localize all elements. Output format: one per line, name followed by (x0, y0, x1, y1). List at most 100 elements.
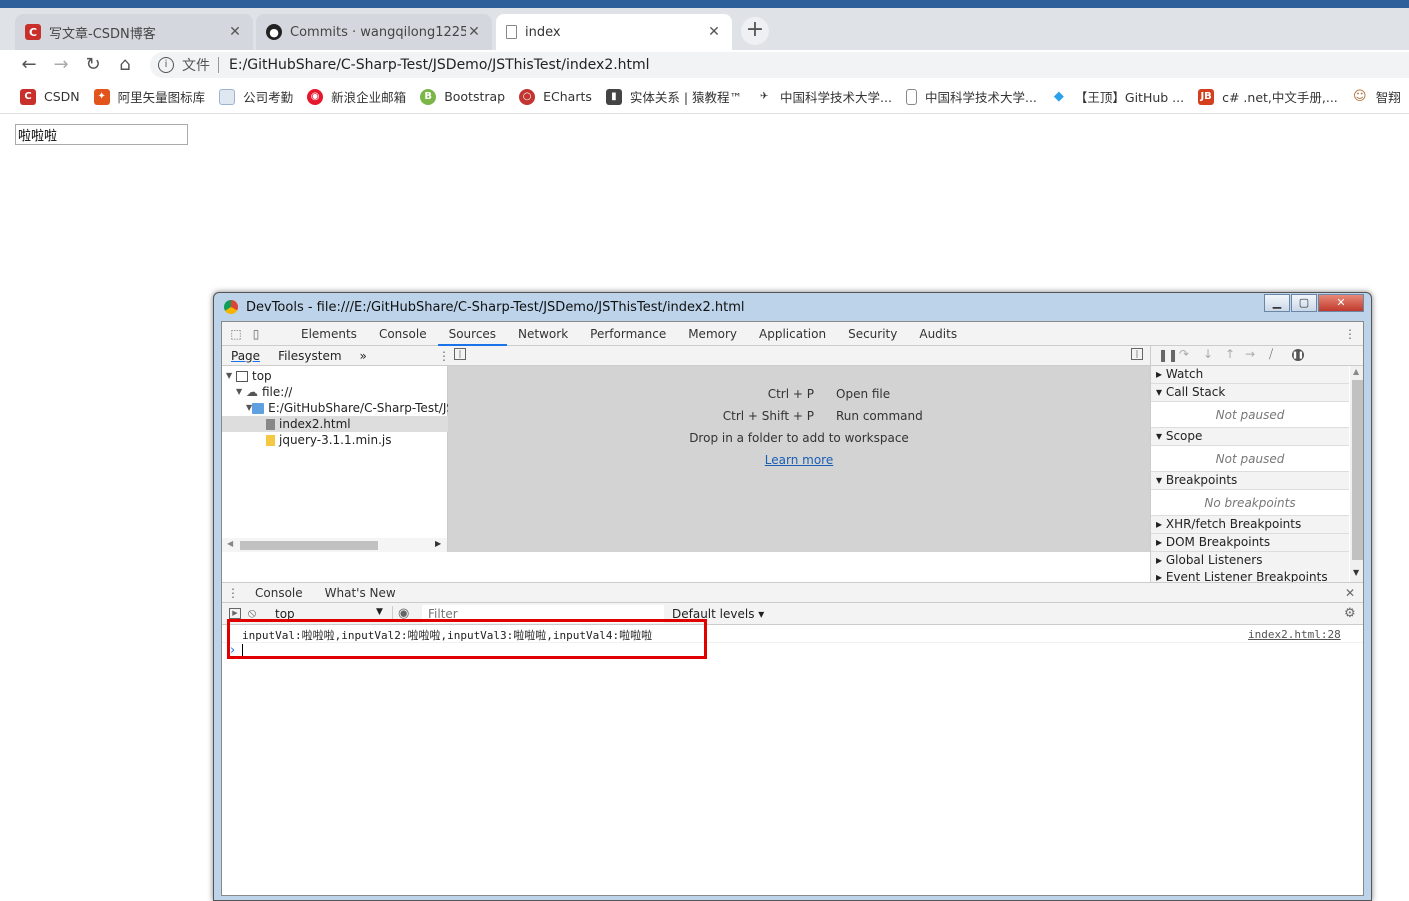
scope-pane-header[interactable]: ▾ Scope (1151, 428, 1349, 446)
tab-audits[interactable]: Audits (908, 322, 968, 346)
tab-performance[interactable]: Performance (579, 322, 677, 346)
bookmark-label: 阿里矢量图标库 (117, 90, 206, 105)
bookmark-item[interactable]: ☺ 智翔 (1351, 87, 1401, 106)
browser-tab-csdn[interactable]: C 写文章-CSDN博客 ✕ (15, 14, 253, 50)
toggle-debugger-icon[interactable]: | (1131, 348, 1143, 360)
github-icon: ● (266, 24, 282, 40)
bookmark-item[interactable]: ○ ECharts (519, 88, 592, 105)
tab-console[interactable]: Console (368, 322, 438, 346)
step-over-icon[interactable]: ↷ (1179, 347, 1189, 361)
inspect-icon[interactable]: ⬚ (226, 327, 246, 341)
drawer-menu-icon[interactable]: ⋮ (222, 586, 244, 600)
scroll-thumb[interactable] (1352, 380, 1363, 560)
browser-tab-github[interactable]: ● Commits · wangqilong1225/C ✕ (256, 14, 492, 50)
devtools-title: DevTools - file:///E:/GitHubShare/C-Shar… (246, 299, 745, 315)
devtools-titlebar[interactable]: DevTools - file:///E:/GitHubShare/C-Shar… (214, 293, 1371, 321)
tab-security[interactable]: Security (837, 322, 908, 346)
scroll-thumb[interactable] (240, 541, 378, 550)
console-sidebar-icon[interactable]: ▶ (229, 608, 241, 619)
bookmark-item[interactable]: ✈ 中国科学技术大学... (756, 87, 892, 106)
bookmark-item[interactable]: ◉ 新浪企业邮箱 (307, 87, 406, 106)
tab-memory[interactable]: Memory (677, 322, 748, 346)
nav-tab-page[interactable]: Page (222, 349, 269, 363)
tree-node-folder[interactable]: ▼ E:/GitHubShare/C-Sharp-Test/JSDemo/JST… (246, 400, 448, 416)
scroll-left-icon[interactable]: ◀ (227, 539, 233, 548)
close-window-button[interactable]: ✕ (1318, 294, 1364, 312)
dom-breakpoints-pane-header[interactable]: ▸ DOM Breakpoints (1151, 534, 1349, 552)
info-icon[interactable]: i (158, 57, 174, 73)
step-icon[interactable]: → (1245, 347, 1255, 361)
url-text[interactable]: E:/GitHubShare/C-Sharp-Test/JSDemo/JSThi… (229, 57, 650, 73)
reload-icon[interactable]: ↻ (80, 52, 106, 78)
shortcut-action: Run command (836, 409, 923, 423)
browser-tab-index[interactable]: index ✕ (496, 14, 732, 50)
tab-elements[interactable]: Elements (290, 322, 368, 346)
tree-node-jquery[interactable]: jquery-3.1.1.min.js (266, 432, 391, 448)
nav-tab-filesystem[interactable]: Filesystem (269, 349, 350, 363)
navigator-header: Page Filesystem » ⋮ (222, 346, 450, 366)
minimize-button[interactable]: ▁ (1264, 294, 1290, 312)
gear-icon[interactable]: ⚙ (1344, 606, 1356, 621)
call-stack-status: Not paused (1151, 402, 1349, 428)
file-icon (266, 418, 275, 430)
close-icon[interactable]: ✕ (466, 24, 482, 40)
shortcut-keys: Ctrl + P (767, 387, 814, 401)
event-listener-breakpoints-pane-header[interactable]: ▸ Event Listener Breakpoints (1151, 569, 1349, 582)
xhr-breakpoints-pane-header[interactable]: ▸ XHR/fetch Breakpoints (1151, 516, 1349, 534)
bookmark-item[interactable]: ✦ 阿里矢量图标库 (93, 87, 206, 106)
maximize-button[interactable]: ▢ (1291, 294, 1317, 312)
navigator-scrollbar[interactable]: ◀ ▶ (222, 538, 448, 552)
global-listeners-pane-header[interactable]: ▸ Global Listeners (1151, 552, 1349, 570)
bookmark-item[interactable]: B Bootstrap (420, 88, 505, 105)
breakpoints-pane-header[interactable]: ▾ Breakpoints (1151, 472, 1349, 490)
tab-sources[interactable]: Sources (437, 322, 508, 346)
close-icon[interactable]: ✕ (706, 24, 722, 40)
drawer-tab-whats-new[interactable]: What's New (314, 581, 407, 605)
diamond-icon: ◆ (1050, 88, 1067, 105)
pause-icon[interactable]: ❚❚ (1158, 348, 1178, 362)
tab-application[interactable]: Application (748, 322, 837, 346)
tree-node-index2[interactable]: index2.html (222, 416, 448, 432)
scroll-up-icon[interactable]: ▲ (1353, 367, 1359, 376)
bookmark-item[interactable]: ▮ 实体关系 | 猿教程™ (605, 87, 742, 106)
tree-node-top[interactable]: ▼ top (226, 368, 272, 384)
step-into-icon[interactable]: ↓ (1203, 347, 1213, 361)
tree-label: file:// (262, 385, 293, 399)
bookmark-item[interactable]: 公司考勤 (219, 87, 293, 106)
step-out-icon[interactable]: ↑ (1225, 347, 1235, 361)
csdn-icon: C (20, 88, 36, 105)
debugger-sidebar: ▸ Watch ▾ Call Stack Not paused ▾ Scope … (1150, 366, 1350, 582)
log-source-link[interactable]: index2.html:28 (1248, 628, 1341, 641)
tab-network[interactable]: Network (507, 322, 579, 346)
close-icon[interactable]: ✕ (227, 24, 243, 40)
nav-more-tabs[interactable]: » (351, 349, 376, 363)
watch-pane-header[interactable]: ▸ Watch (1151, 366, 1349, 384)
address-bar[interactable]: i 文件 E:/GitHubShare/C-Sharp-Test/JSDemo/… (150, 52, 1409, 78)
bookmark-item[interactable]: 中国科学技术大学... (905, 87, 1037, 106)
forward-icon[interactable]: → (48, 52, 74, 78)
more-menu-icon[interactable]: ⋮ (1344, 327, 1356, 341)
bookmark-item[interactable]: C CSDN (20, 88, 80, 105)
home-icon[interactable]: ⌂ (112, 52, 138, 78)
folder-icon (252, 402, 265, 414)
new-tab-button[interactable]: + (741, 17, 769, 45)
drop-folder-hint: Drop in a folder to add to workspace (689, 431, 909, 445)
chrome-icon (224, 300, 238, 314)
learn-more-link[interactable]: Learn more (448, 453, 1150, 467)
call-stack-pane-header[interactable]: ▾ Call Stack (1151, 384, 1349, 402)
bookmark-item[interactable]: JB c# .net,中文手册,... (1198, 87, 1338, 106)
pause-on-exceptions-icon[interactable]: ❚❚ (1292, 349, 1304, 361)
deactivate-breakpoints-icon[interactable]: ⧸ (1269, 347, 1273, 362)
bookmark-item[interactable]: ◆ 【王顶】GitHub ... (1050, 87, 1184, 106)
scroll-down-icon[interactable]: ▼ (1353, 568, 1359, 577)
device-toggle-icon[interactable]: ▯ (246, 327, 266, 341)
toggle-navigator-icon[interactable]: | (454, 348, 466, 360)
scroll-right-icon[interactable]: ▶ (435, 539, 441, 548)
close-drawer-icon[interactable]: ✕ (1345, 586, 1355, 600)
page-text-input[interactable] (15, 124, 188, 145)
back-icon[interactable]: ← (16, 52, 42, 78)
pane-title: DOM Breakpoints (1165, 535, 1271, 549)
debugger-scrollbar[interactable]: ▲ ▼ (1350, 366, 1363, 582)
tree-node-file[interactable]: ▼ ☁ file:// (236, 384, 292, 400)
drawer-tab-console[interactable]: Console (244, 581, 314, 605)
